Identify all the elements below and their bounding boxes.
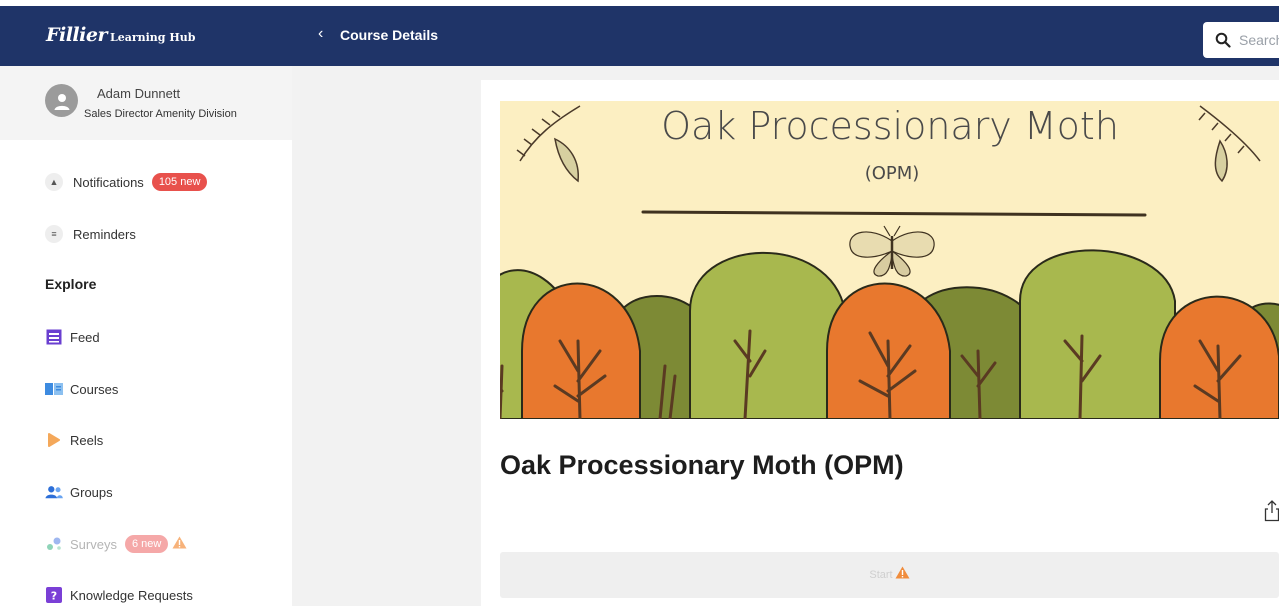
reminders-icon: ≡ [45, 225, 63, 243]
sidebar-item-groups[interactable]: Groups [45, 480, 113, 504]
warning-icon [895, 566, 910, 584]
question-icon: ? [45, 586, 63, 604]
sidebar-item-notifications[interactable]: ▲ Notifications 105 new [45, 170, 208, 194]
start-button[interactable]: Start [500, 552, 1279, 598]
sidebar: Adam Dunnett Sales Director Amenity Divi… [0, 66, 292, 606]
surveys-badge: 6 new [124, 535, 169, 553]
sidebar-item-label: Reels [70, 432, 104, 448]
app-logo[interactable]: Fillier Learning Hub [46, 24, 195, 46]
logo-subtitle: Learning Hub [109, 31, 196, 44]
bell-icon: ▲ [45, 173, 63, 191]
sidebar-item-surveys[interactable]: Surveys 6 new [45, 532, 187, 556]
feed-icon [45, 328, 63, 346]
sidebar-item-label: Groups [70, 484, 113, 500]
start-button-label: Start [869, 569, 893, 581]
sidebar-item-label: Courses [70, 381, 119, 397]
search-icon [1215, 32, 1231, 48]
sidebar-item-feed[interactable]: Feed [45, 325, 100, 349]
banner-title: Oak Processionary Moth [661, 104, 1119, 148]
page-title: Course Details [340, 27, 439, 43]
search-placeholder: Search [1239, 32, 1279, 48]
sidebar-item-label: Notifications [73, 174, 144, 190]
user-profile[interactable]: Adam Dunnett Sales Director Amenity Divi… [0, 66, 292, 140]
search-input[interactable]: Search [1203, 22, 1279, 58]
book-icon [45, 380, 63, 398]
user-name: Adam Dunnett [97, 86, 181, 101]
back-chevron-icon[interactable]: ‹ [318, 25, 323, 43]
top-bar: Fillier Learning Hub ‹ Course Details Se… [0, 6, 1279, 66]
sidebar-item-label: Reminders [73, 226, 136, 242]
reels-icon [45, 431, 63, 449]
sidebar-item-knowledge-requests[interactable]: ? Knowledge Requests [45, 583, 193, 606]
survey-icon [45, 535, 63, 553]
share-icon[interactable] [1264, 500, 1279, 522]
avatar [45, 84, 78, 117]
sidebar-item-courses[interactable]: Courses [45, 377, 118, 401]
banner-subtitle: (OPM) [865, 163, 920, 184]
notifications-badge: 105 new [151, 173, 208, 191]
user-icon [54, 93, 69, 110]
course-title: Oak Processionary Moth (OPM) [500, 450, 904, 480]
course-banner: Oak Processionary Moth (OPM) [500, 101, 1279, 419]
sidebar-item-reminders[interactable]: ≡ Reminders [45, 222, 136, 246]
user-role: Sales Director Amenity Division [84, 108, 237, 120]
sidebar-item-reels[interactable]: Reels [45, 428, 103, 452]
sidebar-item-label: Feed [70, 329, 100, 345]
warning-icon [172, 536, 187, 552]
explore-heading: Explore [45, 276, 97, 292]
sidebar-item-label: Surveys [70, 536, 117, 552]
logo-wordmark: Fillier [46, 24, 107, 46]
group-icon [45, 483, 63, 501]
svg-text:?: ? [51, 590, 57, 603]
sidebar-item-label: Knowledge Requests [70, 587, 193, 603]
